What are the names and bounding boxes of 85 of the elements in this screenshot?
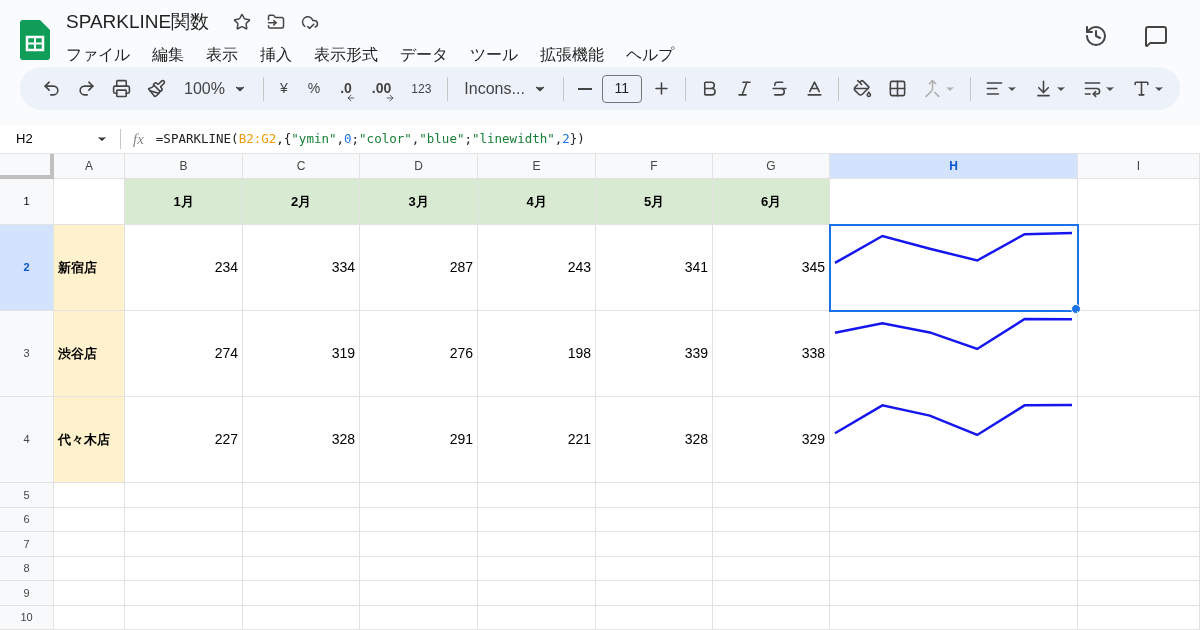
fill-handle[interactable] [1071, 304, 1081, 314]
move-folder-icon[interactable] [267, 13, 286, 32]
row-header[interactable]: 1 [0, 179, 54, 225]
merge-icon [922, 79, 942, 99]
formula-bar[interactable]: =SPARKLINE(B2:G2,{"ymin",0;"color","blue";"linewidth",2}) [155, 129, 585, 149]
strikethrough-icon [769, 79, 789, 99]
wrap-icon [1082, 79, 1102, 99]
value-cell: 328 [596, 397, 713, 483]
menu-item[interactable]: 編集 [152, 42, 184, 66]
sparkline-cell[interactable] [830, 225, 1078, 311]
value-cell: 345 [713, 225, 830, 311]
print-icon [112, 79, 131, 99]
row-header[interactable]: 6 [0, 507, 54, 532]
undo-icon [42, 79, 61, 99]
history-icon[interactable] [1084, 24, 1108, 48]
row-header[interactable]: 9 [0, 581, 54, 606]
sparkline-cell[interactable] [830, 311, 1078, 397]
row-header[interactable]: 3 [0, 311, 54, 397]
menu-item[interactable]: 表示形式 [314, 42, 378, 66]
month-header-cell: 4月 [478, 179, 596, 225]
value-cell: 328 [243, 397, 360, 483]
row-header[interactable]: 4 [0, 397, 54, 483]
value-cell: 338 [713, 311, 830, 397]
font-size-field[interactable]: 11 [601, 74, 642, 103]
column-header[interactable]: I [1078, 154, 1200, 179]
dropdown-button[interactable]: 100% [176, 72, 255, 105]
value-cell: 234 [125, 225, 243, 311]
value-cell: 221 [478, 397, 596, 483]
text-rotation-icon [1131, 79, 1151, 99]
value-cell: 339 [596, 311, 713, 397]
paint-format-icon [147, 79, 166, 99]
row-header[interactable]: 5 [0, 483, 54, 508]
redo-icon [77, 79, 96, 99]
value-cell: 341 [596, 225, 713, 311]
menu-item[interactable]: 挿入 [260, 42, 292, 66]
menu-item[interactable]: 表示 [206, 42, 238, 66]
value-cell: 334 [243, 225, 360, 311]
value-cell: 274 [125, 311, 243, 397]
fill-color-icon [852, 79, 872, 99]
increase-decimal-button[interactable]: .00 [363, 72, 400, 105]
text-color-icon [804, 79, 824, 99]
value-cell: 319 [243, 311, 360, 397]
menu-item[interactable]: 拡張機能 [540, 42, 604, 66]
column-header[interactable]: H [830, 154, 1078, 179]
comment-icon[interactable] [1144, 24, 1168, 48]
arrow-icon [345, 92, 356, 103]
menu-item[interactable]: ツール [470, 42, 518, 66]
row-header[interactable]: 10 [0, 605, 54, 630]
menu-item[interactable]: ファイル [66, 42, 130, 66]
sparkline-cell[interactable] [830, 397, 1078, 483]
dropdown-button[interactable]: Incons... [456, 72, 555, 105]
month-header-cell: 1月 [125, 179, 243, 225]
row-header[interactable]: 2 [0, 225, 54, 311]
month-header-cell: 6月 [713, 179, 830, 225]
value-cell: 329 [713, 397, 830, 483]
function-icon: fx [133, 127, 144, 151]
row-header[interactable]: 7 [0, 532, 54, 557]
column-header[interactable]: A [54, 154, 125, 179]
month-header-cell: 3月 [360, 179, 478, 225]
value-cell: 243 [478, 225, 596, 311]
month-header-cell: 2月 [243, 179, 360, 225]
format-button[interactable]: % [299, 72, 329, 105]
borders-icon [887, 79, 907, 99]
menu-item[interactable]: ヘルプ [626, 42, 674, 66]
value-cell: 287 [360, 225, 478, 311]
name-box[interactable]: H2 [0, 129, 120, 149]
row-header[interactable]: 8 [0, 556, 54, 581]
store-cell: 新宿店 [54, 225, 125, 311]
star-icon[interactable] [233, 13, 252, 32]
format-button[interactable]: 123 [403, 72, 440, 105]
month-header-cell: 5月 [596, 179, 713, 225]
document-title[interactable]: SPARKLINE関数 [66, 8, 210, 37]
format-button[interactable]: ¥ [271, 72, 296, 105]
cloud-icon[interactable] [301, 13, 320, 32]
store-cell: 渋谷店 [54, 311, 125, 397]
minus-icon [577, 87, 592, 90]
decrease-decimal-button[interactable]: .0 [332, 72, 360, 105]
menu-item[interactable]: データ [400, 42, 448, 66]
value-cell: 276 [360, 311, 478, 397]
spreadsheet-logo-icon[interactable] [20, 20, 50, 60]
value-cell: 291 [360, 397, 478, 483]
arrow-icon [385, 92, 396, 103]
value-cell: 198 [478, 311, 596, 397]
store-cell: 代々木店 [54, 397, 125, 483]
value-cell: 227 [125, 397, 243, 483]
